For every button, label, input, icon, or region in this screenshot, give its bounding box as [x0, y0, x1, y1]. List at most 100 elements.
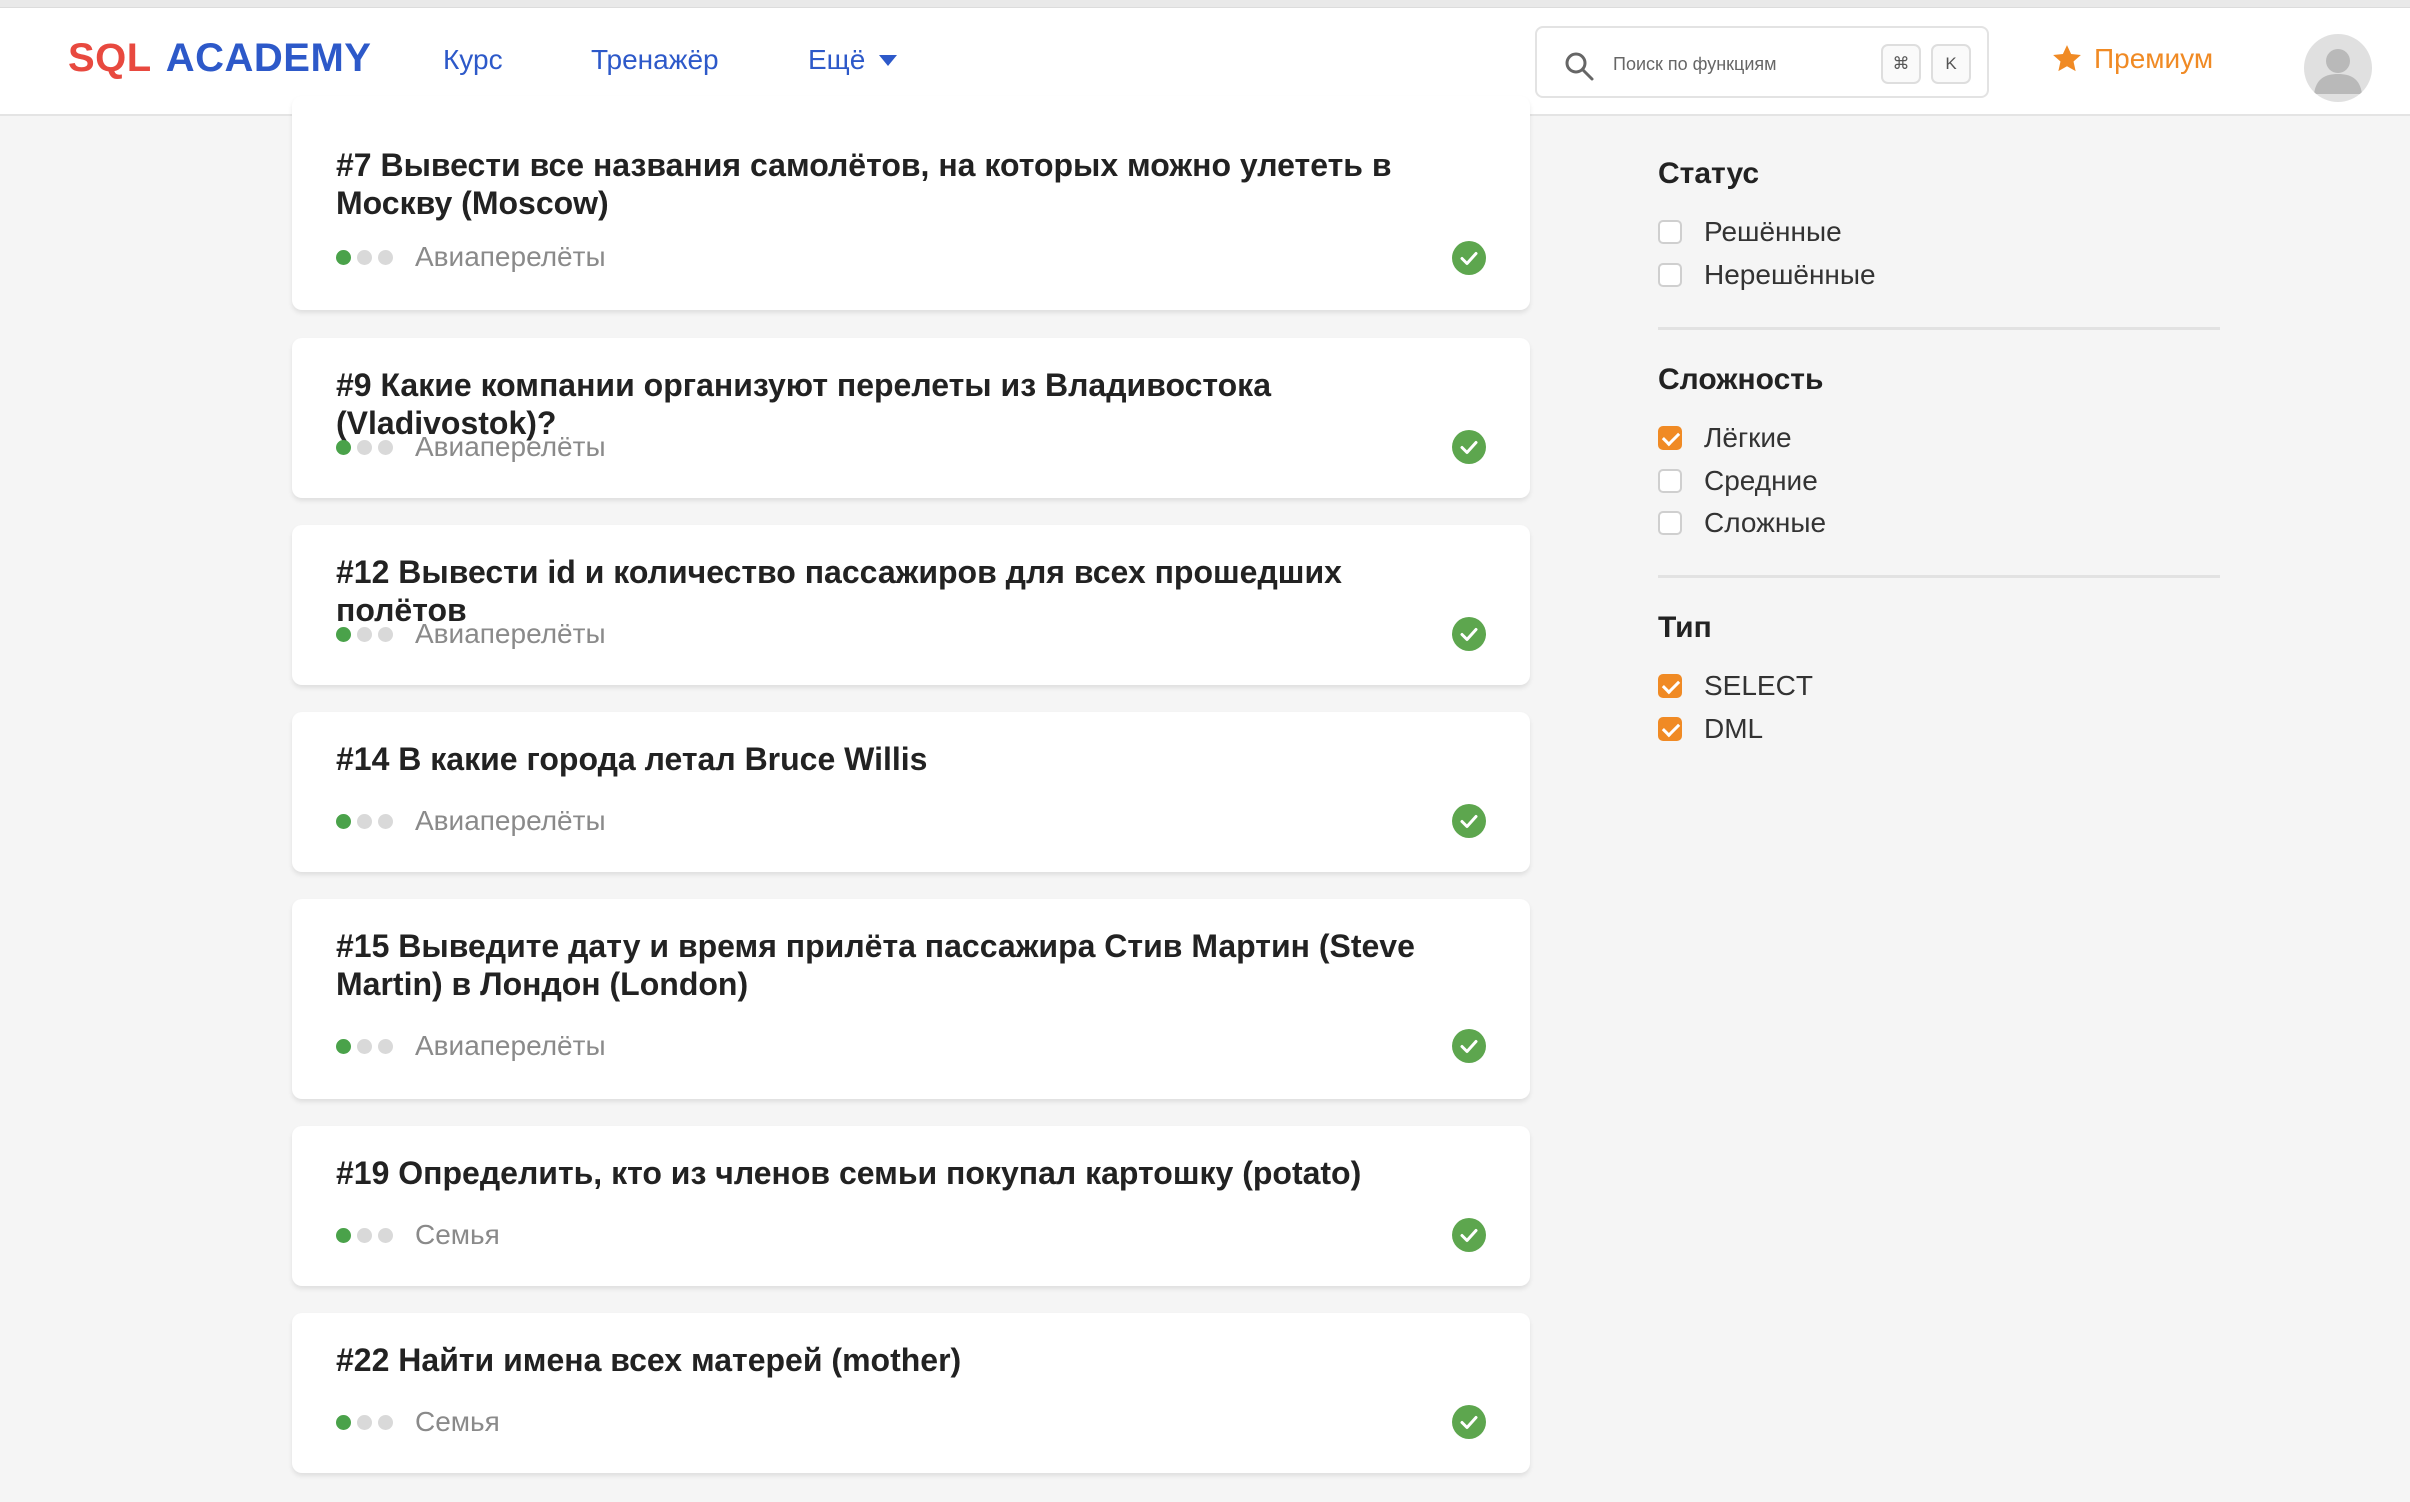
premium-link[interactable]: Премиум: [2050, 42, 2213, 76]
check-circle-icon: [1452, 804, 1486, 838]
checkbox[interactable]: [1658, 469, 1682, 493]
task-meta: Семья: [336, 1219, 500, 1251]
task-meta: Авиаперелёты: [336, 431, 606, 463]
filter-status-title: Статус: [1658, 157, 1760, 190]
caret-down-icon: [879, 55, 898, 67]
filter-difficulty-medium[interactable]: Средние: [1658, 465, 1818, 497]
task-card[interactable]: #15 Выведите дату и время прилёта пассаж…: [292, 899, 1530, 1099]
divider: [1658, 327, 2220, 330]
task-meta: Семья: [336, 1406, 500, 1438]
task-meta: Авиаперелёты: [336, 618, 606, 650]
divider: [1658, 575, 2220, 578]
difficulty-dot: [357, 1227, 372, 1243]
search-input[interactable]: [1613, 50, 1883, 78]
difficulty-dots: [336, 1414, 393, 1430]
premium-label: Премиум: [2094, 43, 2214, 74]
logo-sql: SQL: [68, 36, 152, 80]
checkbox[interactable]: [1658, 220, 1682, 244]
task-card[interactable]: #12 Вывести id и количество пассажиров д…: [292, 525, 1530, 685]
check-circle-icon: [1452, 430, 1486, 464]
task-card[interactable]: #22 Найти имена всех матерей (mother) Се…: [292, 1313, 1530, 1473]
check-circle-icon: [1452, 617, 1486, 651]
check-circle-icon: [1452, 1405, 1486, 1439]
checkbox-checked[interactable]: [1658, 426, 1682, 450]
filter-label: Средние: [1704, 465, 1818, 496]
task-card[interactable]: #19 Определить, кто из членов семьи поку…: [292, 1126, 1530, 1286]
filter-label: SELECT: [1704, 670, 1813, 701]
task-title[interactable]: #15 Выведите дату и время прилёта пассаж…: [336, 927, 1476, 1003]
filter-type-select[interactable]: SELECT: [1658, 670, 1813, 702]
difficulty-dot-filled: [336, 1414, 351, 1430]
check-circle-icon: [1452, 1029, 1486, 1063]
filter-status-unsolved[interactable]: Нерешённые: [1658, 259, 1876, 291]
checkbox-checked[interactable]: [1658, 674, 1682, 698]
nav-more[interactable]: Ещё: [808, 44, 898, 76]
checkbox-checked[interactable]: [1658, 717, 1682, 741]
task-category: Авиаперелёты: [415, 431, 606, 462]
nav-trainer[interactable]: Тренажёр: [591, 44, 719, 76]
task-category: Авиаперелёты: [415, 805, 606, 836]
task-title[interactable]: #22 Найти имена всех матерей (mother): [336, 1341, 1476, 1379]
filter-type-title: Тип: [1658, 611, 1712, 644]
filter-difficulty-hard[interactable]: Сложные: [1658, 507, 1826, 539]
filter-label: Лёгкие: [1704, 422, 1792, 453]
filter-label: DML: [1704, 713, 1764, 744]
difficulty-dot: [378, 249, 393, 265]
difficulty-dot-filled: [336, 1227, 351, 1243]
filter-type-dml[interactable]: DML: [1658, 713, 1763, 745]
nav-course[interactable]: Курс: [443, 44, 503, 76]
difficulty-dot: [357, 626, 372, 642]
task-category: Семья: [415, 1219, 500, 1250]
task-category: Авиаперелёты: [415, 1030, 606, 1061]
difficulty-dot-filled: [336, 439, 351, 455]
difficulty-dot: [378, 1038, 393, 1054]
task-title[interactable]: #7 Вывести все названия самолётов, на ко…: [336, 146, 1476, 222]
difficulty-dot: [378, 439, 393, 455]
task-category: Семья: [415, 1406, 500, 1437]
checkbox[interactable]: [1658, 263, 1682, 287]
filter-difficulty-title: Сложность: [1658, 363, 1824, 396]
task-card[interactable]: #9 Какие компании организуют перелеты из…: [292, 338, 1530, 498]
difficulty-dot: [378, 1414, 393, 1430]
check-circle-icon: [1452, 241, 1486, 275]
difficulty-dot-filled: [336, 1038, 351, 1054]
logo-academy: ACADEMY: [165, 36, 372, 80]
difficulty-dots: [336, 813, 393, 829]
search-icon: [1565, 52, 1594, 81]
nav-more-label: Ещё: [808, 44, 866, 75]
user-icon: [2314, 49, 2362, 94]
avatar[interactable]: [2304, 34, 2372, 102]
difficulty-dot: [357, 1414, 372, 1430]
filter-label: Решённые: [1704, 216, 1842, 247]
star-icon: [2053, 45, 2081, 72]
difficulty-dot: [378, 626, 393, 642]
task-title[interactable]: #19 Определить, кто из членов семьи поку…: [336, 1154, 1476, 1192]
difficulty-dot: [378, 1227, 393, 1243]
task-meta: Авиаперелёты: [336, 805, 606, 837]
task-category: Авиаперелёты: [415, 241, 606, 272]
filter-label: Нерешённые: [1704, 259, 1876, 290]
difficulty-dot-filled: [336, 813, 351, 829]
filter-label: Сложные: [1704, 507, 1827, 538]
task-meta: Авиаперелёты: [336, 1030, 606, 1062]
difficulty-dots: [336, 1038, 393, 1054]
filter-status-solved[interactable]: Решённые: [1658, 216, 1842, 248]
difficulty-dot: [378, 813, 393, 829]
task-category: Авиаперелёты: [415, 618, 606, 649]
difficulty-dot: [357, 249, 372, 265]
search-box[interactable]: ⌘ K: [1535, 26, 1989, 98]
task-card[interactable]: #14 В какие города летал Bruce Willis Ав…: [292, 712, 1530, 872]
difficulty-dots: [336, 1227, 393, 1243]
filter-difficulty-easy[interactable]: Лёгкие: [1658, 422, 1792, 454]
difficulty-dot-filled: [336, 626, 351, 642]
difficulty-dot-filled: [336, 249, 351, 265]
difficulty-dot: [357, 1038, 372, 1054]
checkbox[interactable]: [1658, 511, 1682, 535]
check-circle-icon: [1452, 1218, 1486, 1252]
difficulty-dots: [336, 249, 393, 265]
difficulty-dot: [357, 439, 372, 455]
task-title[interactable]: #14 В какие города летал Bruce Willis: [336, 740, 1476, 778]
task-card[interactable]: #7 Вывести все названия самолётов, на ко…: [292, 96, 1530, 310]
difficulty-dot: [357, 813, 372, 829]
logo[interactable]: SQL ACADEMY: [68, 36, 371, 81]
